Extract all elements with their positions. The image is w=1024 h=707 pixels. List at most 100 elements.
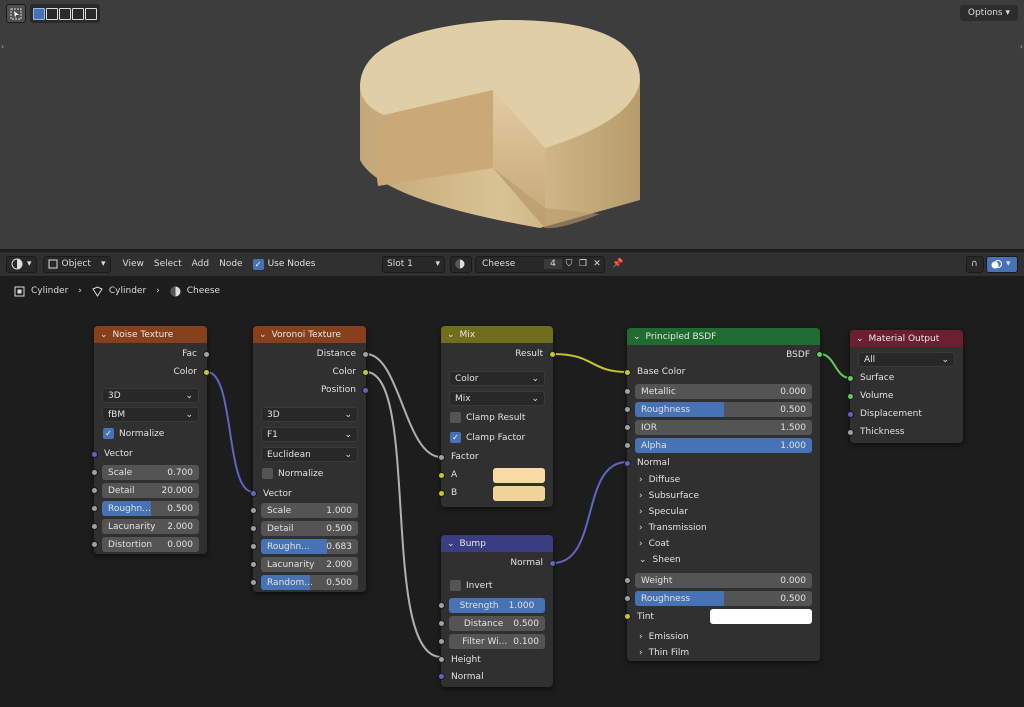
strength-field[interactable]: Strength 1.000 xyxy=(449,598,545,613)
node-header[interactable]: ⌄ Material Output xyxy=(850,330,963,347)
panel-subsurface[interactable]: › Subsurface xyxy=(627,488,820,504)
voronoi-texture-node[interactable]: ⌄ Voronoi Texture Distance Color Position… xyxy=(250,326,369,592)
collapse-arrow-icon[interactable]: ⌄ xyxy=(100,330,108,340)
panel-emission[interactable]: › Emission xyxy=(627,629,820,645)
sheen-roughness-field[interactable]: Roughness 0.500 xyxy=(635,591,812,606)
editor-type-button[interactable]: ▾ xyxy=(6,255,37,273)
data-type-dropdown[interactable]: Color ⌄ xyxy=(449,371,545,386)
metallic-field[interactable]: Metallic 0.000 xyxy=(635,384,812,399)
socket-vector[interactable] xyxy=(91,451,98,458)
socket-volume[interactable] xyxy=(847,393,854,400)
socket-distance[interactable] xyxy=(362,351,369,358)
normalize-checkbox[interactable]: ✓ Normalize xyxy=(103,428,164,439)
socket-ior[interactable] xyxy=(624,424,631,431)
node-header[interactable]: ⌄ Noise Texture xyxy=(94,326,207,343)
normalize-checkbox[interactable]: Normalize xyxy=(262,468,323,479)
distortion-field[interactable]: Distortion 0.000 xyxy=(102,537,199,552)
socket-position[interactable] xyxy=(362,387,369,394)
dimension-dropdown[interactable]: 3D ⌄ xyxy=(102,388,199,403)
panel-sheen[interactable]: ⌄ Sheen xyxy=(627,552,820,568)
socket-sheen-roughness[interactable] xyxy=(624,595,631,602)
socket-roughness[interactable] xyxy=(624,406,631,413)
collapse-arrow-icon[interactable]: ⌄ xyxy=(633,332,641,342)
3d-viewport[interactable]: Options ▾ › ‹ xyxy=(0,0,1024,249)
type-dropdown[interactable]: fBM ⌄ xyxy=(102,407,199,422)
panel-coat[interactable]: › Coat xyxy=(627,536,820,552)
socket-tint[interactable] xyxy=(624,613,631,620)
socket-lacunarity[interactable] xyxy=(250,561,257,568)
bump-node[interactable]: ⌄ Bump Normal Invert Strength 1.000 Distan… xyxy=(438,535,556,687)
duplicate-icon[interactable]: ❐ xyxy=(576,259,590,269)
clamp-factor-checkbox[interactable]: ✓ Clamp Factor xyxy=(450,432,525,443)
collapse-arrow-icon[interactable]: ⌄ xyxy=(447,539,455,549)
menu-select[interactable]: Select xyxy=(154,259,182,269)
breadcrumb-material[interactable]: Cheese xyxy=(187,286,220,296)
socket-lacunarity[interactable] xyxy=(91,523,98,530)
panel-thin-film[interactable]: › Thin Film xyxy=(627,645,820,661)
roughness-field[interactable]: Roughness 0.500 xyxy=(635,402,812,417)
socket-sheen-weight[interactable] xyxy=(624,577,631,584)
socket-detail[interactable] xyxy=(91,487,98,494)
distance-field[interactable]: Distance 0.500 xyxy=(449,616,545,631)
unlink-icon[interactable]: ✕ xyxy=(590,259,604,269)
pin-icon[interactable]: 📌 xyxy=(612,259,623,269)
socket-thickness[interactable] xyxy=(847,429,854,436)
socket-vector[interactable] xyxy=(250,490,257,497)
invert-checkbox[interactable]: Invert xyxy=(450,580,492,591)
user-count[interactable]: 4 xyxy=(544,259,562,269)
principled-bsdf-node[interactable]: ⌄ Principled BSDF BSDF Base Color Metalli… xyxy=(624,328,823,661)
alpha-field[interactable]: Alpha 1.000 xyxy=(635,438,812,453)
scale-field[interactable]: Scale 1.000 xyxy=(261,503,358,518)
filter-width-field[interactable]: Filter Wi... 0.100 xyxy=(449,634,545,649)
noise-texture-node[interactable]: ⌄ Noise Texture Fac Color 3D ⌄ fBM ⌄ ✓ Norma… xyxy=(91,326,210,554)
metric-dropdown[interactable]: Euclidean ⌄ xyxy=(261,447,358,462)
scale-field[interactable]: Scale 0.700 xyxy=(102,465,199,480)
collapse-arrow-icon[interactable]: ⌄ xyxy=(259,330,267,340)
socket-strength[interactable] xyxy=(438,602,445,609)
snap-icon[interactable]: ∩ xyxy=(966,255,984,273)
material-output-node[interactable]: ⌄ Material Output All ⌄ Surface Volume Dis… xyxy=(847,330,963,443)
target-dropdown[interactable]: All ⌄ xyxy=(858,352,955,367)
socket-randomness[interactable] xyxy=(250,579,257,586)
clamp-result-checkbox[interactable]: Clamp Result xyxy=(450,412,525,423)
feature-dropdown[interactable]: F1 ⌄ xyxy=(261,427,358,442)
socket-detail[interactable] xyxy=(250,525,257,532)
socket-color[interactable] xyxy=(362,369,369,376)
slot-dropdown[interactable]: Slot 1 ▾ xyxy=(382,255,445,273)
fake-user-icon[interactable]: ⛉ xyxy=(562,259,576,269)
breadcrumb-mesh[interactable]: Cylinder xyxy=(109,286,146,296)
lacunarity-field[interactable]: Lacunarity 2.000 xyxy=(261,557,358,572)
sheen-weight-field[interactable]: Weight 0.000 xyxy=(635,573,812,588)
detail-field[interactable]: Detail 20.000 xyxy=(102,483,199,498)
socket-scale[interactable] xyxy=(91,469,98,476)
socket-factor[interactable] xyxy=(438,454,445,461)
lacunarity-field[interactable]: Lacunarity 2.000 xyxy=(102,519,199,534)
socket-roughness[interactable] xyxy=(250,543,257,550)
collapse-arrow-icon[interactable]: ⌄ xyxy=(856,334,864,344)
menu-add[interactable]: Add xyxy=(192,259,209,269)
dimension-dropdown[interactable]: 3D ⌄ xyxy=(261,407,358,422)
panel-specular[interactable]: › Specular xyxy=(627,504,820,520)
ior-field[interactable]: IOR 1.500 xyxy=(635,420,812,435)
socket-normal-out[interactable] xyxy=(549,560,556,567)
use-nodes-toggle[interactable]: ✓ Use Nodes xyxy=(252,258,315,270)
socket-distortion[interactable] xyxy=(91,541,98,548)
node-header[interactable]: ⌄ Voronoi Texture xyxy=(253,326,366,343)
socket-a[interactable] xyxy=(438,472,445,479)
panel-transmission[interactable]: › Transmission xyxy=(627,520,820,536)
randomness-field[interactable]: Random... 0.500 xyxy=(261,575,358,590)
roughness-field[interactable]: Roughn... 0.500 xyxy=(102,501,199,516)
socket-normal-in[interactable] xyxy=(438,673,445,680)
socket-b[interactable] xyxy=(438,490,445,497)
node-header[interactable]: ⌄ Principled BSDF xyxy=(627,328,820,345)
socket-roughness[interactable] xyxy=(91,505,98,512)
blend-mode-dropdown[interactable]: Mix ⌄ xyxy=(449,391,545,406)
node-header[interactable]: ⌄ Bump xyxy=(441,535,553,552)
socket-base-color[interactable] xyxy=(624,369,631,376)
socket-scale[interactable] xyxy=(250,507,257,514)
breadcrumb-object[interactable]: Cylinder xyxy=(31,286,68,296)
socket-result[interactable] xyxy=(549,351,556,358)
socket-normal[interactable] xyxy=(624,460,631,467)
socket-alpha[interactable] xyxy=(624,442,631,449)
material-browse-button[interactable] xyxy=(450,255,472,273)
